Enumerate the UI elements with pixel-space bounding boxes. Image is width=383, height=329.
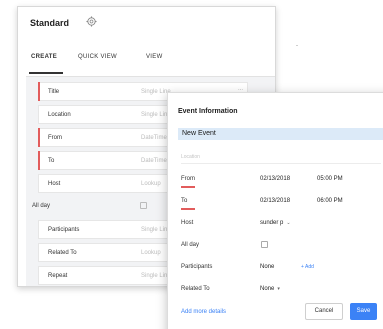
related-to-select[interactable]: None ▾: [260, 286, 280, 292]
chevron-down-icon: ▾: [277, 286, 280, 292]
chevron-down-icon: ⌄: [286, 220, 291, 226]
add-more-details-link[interactable]: Add more details: [181, 309, 226, 315]
event-information-panel: Event Information New Event Location Fro…: [167, 92, 383, 329]
background-dot: [296, 45, 298, 46]
subject-input[interactable]: New Event: [178, 128, 383, 140]
event-panel-title: Event Information: [178, 108, 238, 115]
to-row: To 02/13/2018 06:00 PM: [181, 196, 383, 210]
gear-icon[interactable]: [86, 16, 97, 27]
location-input[interactable]: Location: [181, 154, 200, 160]
cancel-button[interactable]: Cancel: [305, 303, 343, 320]
field-type: DateTime: [141, 135, 167, 141]
field-type: DateTime: [141, 158, 167, 164]
save-button[interactable]: Save: [350, 303, 377, 320]
from-date-field[interactable]: 02/13/2018: [260, 176, 290, 182]
host-select[interactable]: sunder p ⌄: [260, 220, 291, 226]
checkbox-icon: [140, 202, 147, 209]
related-to-label: Related To: [181, 286, 210, 292]
field-label: To: [48, 158, 55, 164]
participants-row: Participants None + Add: [181, 262, 383, 276]
field-label: All day: [32, 203, 51, 209]
from-row: From 02/13/2018 05:00 PM: [181, 174, 383, 188]
all-day-checkbox[interactable]: [261, 241, 268, 248]
layout-title: Standard: [30, 18, 70, 28]
field-label: From: [48, 135, 62, 141]
required-marker: [181, 186, 195, 188]
tab-quick-view[interactable]: QUICK VIEW: [78, 54, 117, 60]
to-label: To: [181, 198, 188, 204]
subject-value: New Event: [182, 130, 216, 137]
required-marker: [181, 208, 195, 210]
field-label: Participants: [48, 227, 80, 233]
field-label: Location: [48, 112, 71, 118]
location-underline: [181, 163, 381, 164]
tab-view[interactable]: VIEW: [146, 54, 163, 60]
field-label: Related To: [48, 250, 77, 256]
field-type: Lookup: [141, 250, 161, 256]
required-marker: [38, 128, 40, 147]
required-marker: [38, 151, 40, 170]
from-label: From: [181, 176, 195, 182]
participants-value: None: [260, 264, 275, 270]
active-tab-indicator: [29, 72, 63, 74]
to-time-field[interactable]: 06:00 PM: [317, 198, 343, 204]
field-label: Title: [48, 89, 60, 95]
layout-tabs: CREATE QUICK VIEW VIEW: [26, 41, 275, 77]
participants-label: Participants: [181, 264, 213, 270]
all-day-label: All day: [181, 242, 200, 248]
related-to-row: Related To None ▾: [181, 284, 383, 298]
add-participant-link[interactable]: + Add: [301, 264, 314, 270]
host-label: Host: [181, 220, 194, 226]
from-time-field[interactable]: 05:00 PM: [317, 176, 343, 182]
tab-create[interactable]: CREATE: [31, 54, 57, 60]
all-day-row: All day: [181, 240, 383, 254]
layout-editor-header: Standard: [18, 7, 275, 37]
field-type: Lookup: [141, 181, 161, 187]
required-marker: [38, 82, 40, 101]
to-date-field[interactable]: 02/13/2018: [260, 198, 290, 204]
host-row: Host sunder p ⌄: [181, 218, 383, 232]
related-to-value: None: [260, 286, 275, 292]
host-value: sunder p: [260, 220, 284, 226]
field-label: Repeat: [48, 273, 68, 279]
field-label: Host: [48, 181, 61, 187]
